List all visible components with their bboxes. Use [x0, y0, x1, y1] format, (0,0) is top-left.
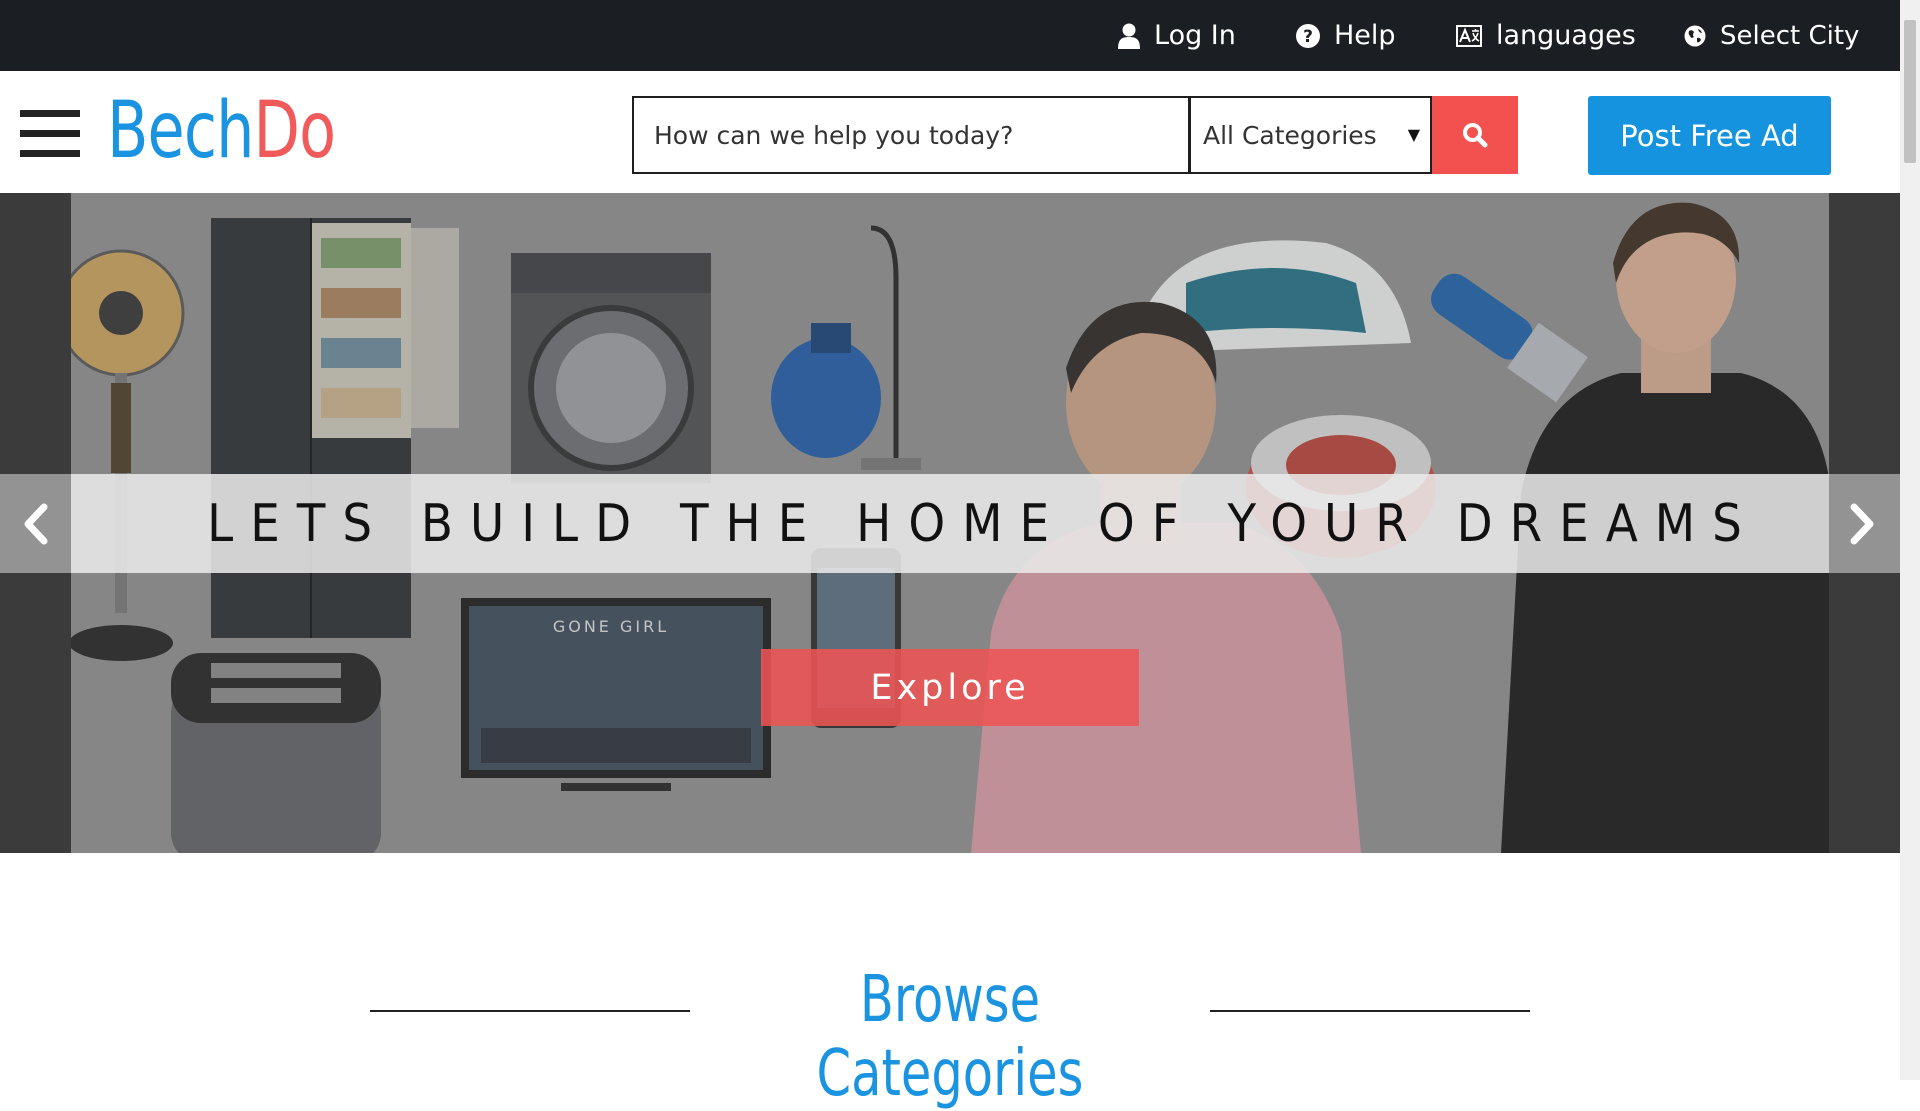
- search-icon: [1463, 123, 1488, 148]
- divider-line-right: [1210, 1010, 1530, 1012]
- search-input[interactable]: [634, 98, 1188, 172]
- logo-part-do: Do: [253, 86, 337, 176]
- languages-link[interactable]: languages: [1456, 0, 1636, 71]
- caret-down-icon: ▼: [1407, 125, 1420, 144]
- logo[interactable]: BechDo: [107, 81, 337, 181]
- hamburger-icon[interactable]: [20, 110, 80, 158]
- explore-label: Explore: [870, 667, 1030, 708]
- post-free-ad-button[interactable]: Post Free Ad: [1588, 96, 1831, 175]
- chevron-right-icon[interactable]: [1842, 499, 1882, 549]
- explore-button[interactable]: Explore: [761, 649, 1139, 726]
- help-circle-icon: ?: [1296, 23, 1320, 48]
- chevron-left-icon[interactable]: [16, 499, 56, 549]
- languages-label: languages: [1496, 20, 1636, 51]
- help-label: Help: [1334, 20, 1396, 51]
- page-scrollbar[interactable]: [1900, 0, 1920, 1080]
- select-city-link[interactable]: Select City: [1684, 0, 1859, 71]
- divider-line-left: [370, 1010, 690, 1012]
- select-city-label: Select City: [1720, 20, 1860, 51]
- hero-carousel: GONE GIRL LETS BUILD THE HOME OF YOUR DR…: [0, 193, 1900, 853]
- search-box: [632, 96, 1190, 174]
- user-icon: [1118, 23, 1140, 49]
- category-selected-value: All Categories: [1203, 120, 1377, 150]
- help-link[interactable]: ? Help: [1296, 0, 1396, 71]
- browse-categories-title: Browse Categories: [816, 963, 1084, 1111]
- top-bar: Log In ? Help languages Select City: [0, 0, 1900, 71]
- post-free-ad-label: Post Free Ad: [1620, 118, 1799, 153]
- scrollbar-thumb[interactable]: [1904, 20, 1916, 163]
- category-select[interactable]: All Categories ▼: [1190, 96, 1432, 174]
- login-link[interactable]: Log In: [1118, 0, 1236, 71]
- header: BechDo All Categories ▼ Post Free Ad: [0, 71, 1900, 193]
- globe-icon: [1684, 25, 1706, 46]
- svg-text:?: ?: [1303, 27, 1313, 47]
- languages-icon: [1456, 24, 1482, 47]
- login-label: Log In: [1154, 20, 1236, 51]
- browse-categories-section: Browse Categories: [0, 853, 1900, 1111]
- search-button[interactable]: [1432, 96, 1518, 174]
- banner-headline: LETS BUILD THE HOME OF YOUR DREAMS: [207, 493, 1759, 554]
- logo-part-bech: Bech: [107, 86, 254, 176]
